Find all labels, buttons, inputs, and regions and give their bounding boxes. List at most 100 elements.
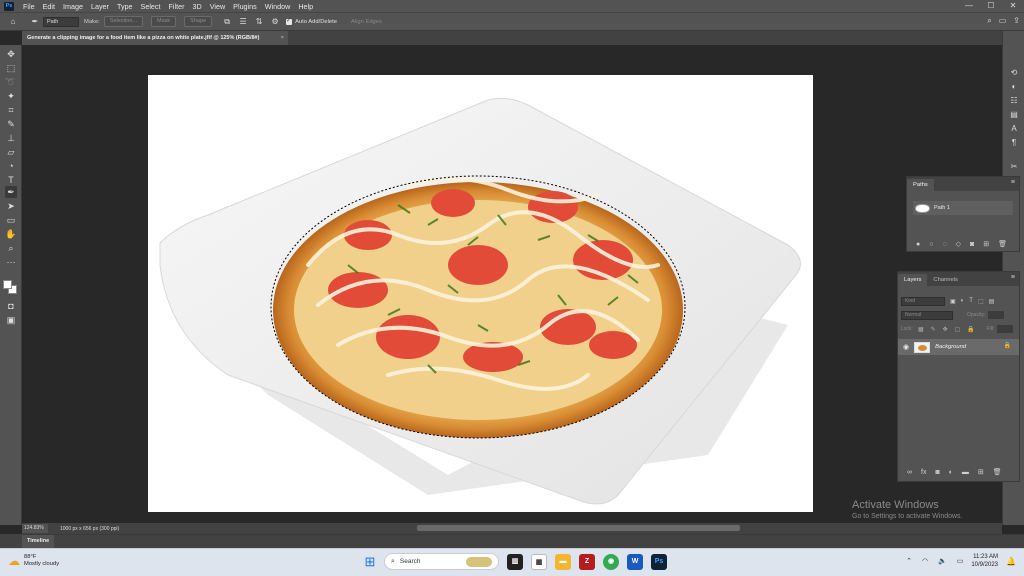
settings-gear-icon[interactable]: ⚙ bbox=[270, 17, 280, 27]
menu-view[interactable]: View bbox=[206, 2, 229, 11]
new-group-icon[interactable]: ▬ bbox=[962, 469, 969, 476]
menu-edit[interactable]: Edit bbox=[39, 2, 59, 11]
word-app-icon[interactable]: W bbox=[627, 553, 643, 570]
delete-path-icon[interactable]: 🗑 bbox=[998, 240, 1007, 248]
more-tools-icon[interactable]: ⋯ bbox=[5, 256, 17, 268]
path-operations-icon[interactable]: ⧉ bbox=[222, 17, 232, 27]
fill-path-icon[interactable]: ● bbox=[916, 241, 920, 248]
menu-3d[interactable]: 3D bbox=[189, 2, 206, 11]
panel-menu-icon[interactable]: ≡ bbox=[1011, 274, 1015, 281]
fill-field[interactable] bbox=[997, 325, 1014, 333]
rectangle-tool-icon[interactable]: ▭ bbox=[5, 214, 17, 226]
maximize-button[interactable]: ☐ bbox=[980, 0, 1002, 12]
filter-pixel-icon[interactable]: ▣ bbox=[950, 298, 956, 305]
dodge-tool-icon[interactable]: ◔ bbox=[5, 160, 17, 172]
crop-tool-icon[interactable]: ⌗ bbox=[5, 104, 17, 116]
lock-artboard-icon[interactable]: ▢ bbox=[955, 327, 961, 333]
pen-tool-icon[interactable]: ✒ bbox=[5, 186, 17, 198]
lasso-tool-icon[interactable]: ➰ bbox=[5, 76, 17, 88]
lock-all-icon[interactable]: 🔒 bbox=[967, 327, 974, 333]
visibility-eye-icon[interactable]: ◉ bbox=[903, 343, 909, 351]
new-path-icon[interactable]: ⊞ bbox=[983, 240, 989, 248]
quick-mask-icon[interactable]: ◘ bbox=[5, 300, 17, 312]
document-canvas[interactable] bbox=[148, 75, 813, 512]
filter-type-icon[interactable]: T bbox=[969, 298, 973, 304]
zoom-level[interactable]: 124.83% bbox=[22, 524, 48, 533]
paragraph-panel-icon[interactable]: ¶ bbox=[1008, 137, 1020, 149]
close-tab-icon[interactable]: × bbox=[281, 31, 284, 45]
marquee-tool-icon[interactable]: ⬚ bbox=[5, 62, 17, 74]
search-icon[interactable]: ⌕ bbox=[987, 16, 991, 26]
chevron-up-icon[interactable]: ⌃ bbox=[906, 558, 912, 565]
clone-stamp-tool-icon[interactable]: ⊥ bbox=[5, 132, 17, 144]
properties-panel-icon[interactable]: ☷ bbox=[1008, 95, 1020, 107]
zoom-tool-icon[interactable]: ⌕ bbox=[5, 242, 17, 254]
menu-file[interactable]: File bbox=[19, 2, 39, 11]
tab-channels[interactable]: Channels bbox=[927, 274, 964, 286]
filter-shape-icon[interactable]: ⬚ bbox=[978, 298, 984, 305]
stroke-path-icon[interactable]: ○ bbox=[929, 241, 933, 248]
path-arrangement-icon[interactable]: ⇅ bbox=[254, 17, 264, 27]
make-shape-button[interactable]: Shape bbox=[184, 16, 213, 27]
workspace-icon[interactable]: ▭ bbox=[999, 16, 1007, 26]
notification-bell-icon[interactable]: 🔔 bbox=[1006, 557, 1016, 566]
minimize-button[interactable]: — bbox=[958, 0, 980, 12]
pen-tool-preset-icon[interactable]: ✒ bbox=[30, 17, 40, 27]
clock[interactable]: 11:23 AM 10/9/2023 bbox=[971, 553, 998, 569]
delete-layer-icon[interactable]: 🗑 bbox=[993, 468, 1002, 476]
panel-menu-icon[interactable]: ≡ bbox=[1011, 179, 1015, 186]
brush-settings-icon[interactable]: ✂ bbox=[1008, 161, 1020, 173]
photoshop-app-icon[interactable]: Ps bbox=[651, 553, 667, 570]
adjustment-layer-icon[interactable]: ◐ bbox=[949, 469, 953, 476]
path-selection-tool-icon[interactable]: ➤ bbox=[5, 200, 17, 212]
libraries-panel-icon[interactable]: ▤ bbox=[1008, 109, 1020, 121]
volume-icon[interactable]: 🔈 bbox=[938, 558, 947, 565]
filezilla-app-icon[interactable]: Z bbox=[579, 553, 595, 570]
history-panel-icon[interactable]: ⟲ bbox=[1008, 67, 1020, 79]
move-tool-icon[interactable]: ✥ bbox=[5, 48, 17, 60]
lock-image-icon[interactable]: ✎ bbox=[931, 327, 936, 333]
character-panel-icon[interactable]: A bbox=[1008, 123, 1020, 135]
share-icon[interactable]: ⇪ bbox=[1013, 16, 1020, 26]
lock-position-icon[interactable]: ✥ bbox=[943, 327, 948, 333]
filter-smart-object-icon[interactable]: ▤ bbox=[989, 298, 995, 305]
calculator-app-icon[interactable]: ▦ bbox=[531, 553, 547, 570]
tab-layers[interactable]: Layers bbox=[898, 274, 928, 286]
make-mask-button[interactable]: Mask bbox=[151, 16, 177, 27]
make-selection-button[interactable]: Selection... bbox=[103, 16, 144, 27]
screen-mode-icon[interactable]: ▣ bbox=[5, 314, 17, 326]
menu-select[interactable]: Select bbox=[137, 2, 165, 11]
battery-icon[interactable]: ▭ bbox=[957, 558, 964, 565]
eraser-tool-icon[interactable]: ▱ bbox=[5, 146, 17, 158]
lock-transparent-icon[interactable]: ▦ bbox=[918, 327, 924, 333]
load-as-selection-icon[interactable]: ◌ bbox=[942, 241, 946, 248]
add-mask-icon[interactable]: ◙ bbox=[935, 469, 939, 476]
auto-add-delete-checkbox[interactable]: Auto Add/Delete bbox=[286, 17, 337, 25]
pen-mode-select[interactable]: Path bbox=[43, 16, 79, 27]
blend-mode-select[interactable]: Normal bbox=[901, 310, 953, 320]
home-icon[interactable]: ⌂ bbox=[8, 17, 18, 27]
hand-tool-icon[interactable]: ✋ bbox=[5, 228, 17, 240]
document-tab[interactable]: Generate a clipping image for a food ite… bbox=[22, 31, 288, 45]
link-layers-icon[interactable]: ∞ bbox=[907, 469, 912, 476]
type-tool-icon[interactable]: T bbox=[5, 174, 17, 186]
adjustments-panel-icon[interactable]: ◐ bbox=[1008, 81, 1020, 93]
menu-window[interactable]: Window bbox=[261, 2, 295, 11]
foreground-color-swatch[interactable] bbox=[3, 280, 12, 289]
opacity-field[interactable] bbox=[988, 311, 1005, 319]
layer-style-icon[interactable]: fx bbox=[921, 469, 926, 476]
horizontal-scrollbar[interactable] bbox=[417, 525, 740, 531]
windows-start-icon[interactable]: ⊞ bbox=[362, 554, 378, 570]
magic-wand-tool-icon[interactable]: ✦ bbox=[5, 90, 17, 102]
task-view-icon[interactable]: ▥ bbox=[507, 553, 523, 570]
close-window-button[interactable]: ✕ bbox=[1002, 0, 1024, 12]
make-work-path-icon[interactable]: ◇ bbox=[956, 240, 961, 248]
add-mask-icon[interactable]: ◙ bbox=[970, 241, 974, 248]
layer-row[interactable]: ◉ Background 🔒 bbox=[898, 339, 1019, 355]
file-explorer-icon[interactable]: ▬ bbox=[555, 553, 571, 570]
wifi-icon[interactable]: ◠ bbox=[922, 558, 928, 565]
chrome-app-icon[interactable]: ◉ bbox=[603, 553, 619, 570]
new-layer-icon[interactable]: ⊞ bbox=[978, 468, 984, 476]
menu-help[interactable]: Help bbox=[294, 2, 317, 11]
path-alignment-icon[interactable]: ☰ bbox=[238, 17, 248, 27]
